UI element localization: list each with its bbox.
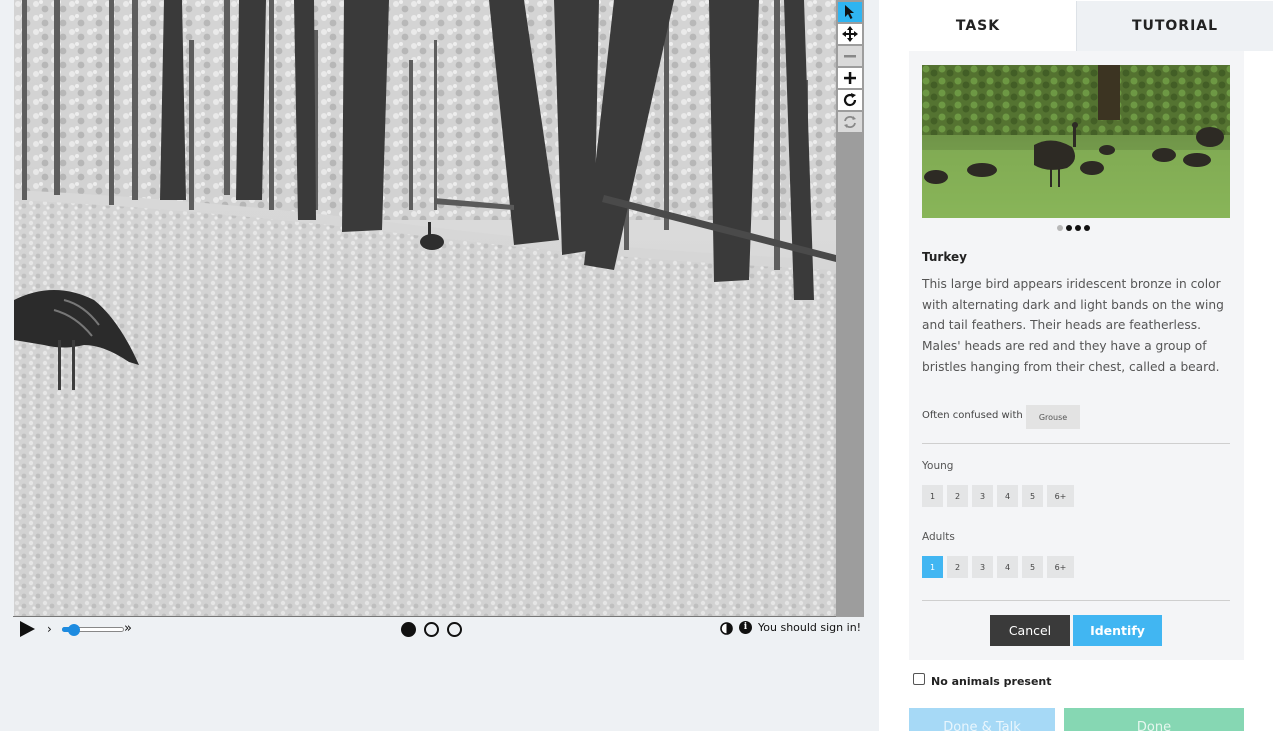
divider [922, 443, 1230, 444]
confused-with-grouse-button[interactable]: Grouse [1026, 405, 1080, 429]
no-animals-label: No animals present [931, 675, 1052, 688]
adults-count-3[interactable]: 3 [972, 556, 993, 578]
no-animals-checkbox-row[interactable]: No animals present [913, 670, 1052, 688]
carousel-pagination [1057, 225, 1090, 231]
contrast-icon[interactable] [720, 622, 733, 635]
done-and-talk-button[interactable]: Done & Talk [909, 708, 1055, 731]
reset-button[interactable] [838, 112, 862, 132]
carousel-dot-4[interactable] [1084, 225, 1090, 231]
subject-image[interactable] [14, 0, 836, 617]
minus-icon [844, 55, 856, 58]
species-name: Turkey [922, 250, 967, 264]
carousel-dot-2[interactable] [1066, 225, 1072, 231]
identify-button[interactable]: Identify [1073, 615, 1162, 646]
step-back-button[interactable]: › [47, 622, 52, 636]
young-count-6plus[interactable]: 6+ [1047, 485, 1074, 507]
frame-controls: › » i You should sign in! [14, 617, 866, 641]
young-count-1[interactable]: 1 [922, 485, 943, 507]
viewer-toolbar [836, 0, 864, 617]
zoom-out-button[interactable] [838, 46, 862, 66]
young-count-4[interactable]: 4 [997, 485, 1018, 507]
classifier-panel: TASK TUTORIAL Turkey This large bird app… [879, 0, 1280, 731]
plus-icon [844, 72, 856, 84]
adults-count-1[interactable]: 1 [922, 556, 943, 578]
adults-count-options: 1 2 3 4 5 6+ [922, 556, 1074, 578]
no-animals-checkbox[interactable] [913, 673, 925, 685]
info-icon[interactable]: i [739, 621, 752, 634]
frame-selector [401, 622, 462, 637]
adults-count-5[interactable]: 5 [1022, 556, 1043, 578]
carousel-dot-1[interactable] [1057, 225, 1063, 231]
move-arrows-icon [842, 26, 858, 42]
young-count-5[interactable]: 5 [1022, 485, 1043, 507]
frame-dot-2[interactable] [424, 622, 439, 637]
adults-count-2[interactable]: 2 [947, 556, 968, 578]
slider-thumb[interactable] [68, 624, 80, 636]
frame-dot-3[interactable] [447, 622, 462, 637]
adults-label: Adults [922, 531, 955, 543]
species-description: This large bird appears iridescent bronz… [922, 277, 1224, 374]
young-count-3[interactable]: 3 [972, 485, 993, 507]
fast-forward-button[interactable]: » [124, 621, 132, 636]
adults-count-6plus[interactable]: 6+ [1047, 556, 1074, 578]
young-count-options: 1 2 3 4 5 6+ [922, 485, 1074, 507]
confused-with-label: Often confused with [922, 410, 1023, 421]
sign-in-note: You should sign in! [758, 621, 862, 634]
young-label: Young [922, 460, 954, 472]
rotate-button[interactable] [838, 90, 862, 110]
reset-icon [844, 116, 856, 128]
tab-tutorial[interactable]: TUTORIAL [1076, 1, 1273, 51]
adults-count-4[interactable]: 4 [997, 556, 1018, 578]
species-photo-carousel[interactable] [922, 65, 1230, 218]
frame-dot-1[interactable] [401, 622, 416, 637]
panel-tabs: TASK TUTORIAL [880, 1, 1273, 51]
divider [922, 600, 1230, 601]
pan-tool-button[interactable] [838, 24, 862, 44]
species-details-card: Turkey This large bird appears iridescen… [909, 51, 1244, 660]
carousel-dot-3[interactable] [1075, 225, 1081, 231]
cancel-button[interactable]: Cancel [990, 615, 1070, 646]
playback-speed-slider[interactable] [58, 621, 126, 637]
zoom-in-button[interactable] [838, 68, 862, 88]
rotate-icon [843, 93, 857, 107]
done-button[interactable]: Done [1064, 708, 1244, 731]
tab-task[interactable]: TASK [880, 1, 1076, 51]
pointer-tool-button[interactable] [838, 2, 862, 22]
play-icon[interactable] [18, 620, 36, 638]
cursor-arrow-icon [845, 5, 854, 19]
young-count-2[interactable]: 2 [947, 485, 968, 507]
